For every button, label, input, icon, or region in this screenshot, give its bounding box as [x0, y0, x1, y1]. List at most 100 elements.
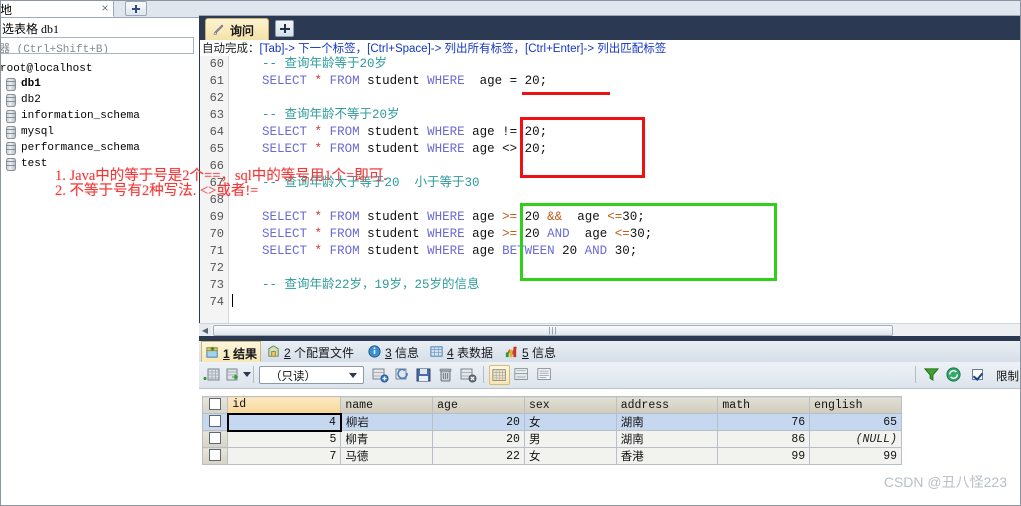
- readonly-mode-select[interactable]: （只读）: [259, 366, 364, 384]
- tree-root-node[interactable]: root@localhost: [0, 62, 199, 76]
- table-cell[interactable]: 76: [717, 413, 811, 431]
- row-select-cell[interactable]: [201, 430, 229, 448]
- new-tab-plus-icon[interactable]: [125, 1, 147, 16]
- column-header-age[interactable]: age: [432, 396, 525, 414]
- table-cell[interactable]: 20: [432, 430, 525, 448]
- table-cell[interactable]: 20: [432, 413, 525, 431]
- new-query-tab-icon[interactable]: [275, 20, 294, 37]
- refresh-green-icon[interactable]: [945, 366, 962, 383]
- code-token: WHERE: [427, 74, 465, 88]
- line-number: 69: [209, 210, 224, 224]
- table-cell[interactable]: 86: [717, 430, 811, 448]
- chevron-down-icon[interactable]: [243, 372, 251, 377]
- result-tab-表数据[interactable]: 4 表数据: [426, 341, 499, 362]
- grid-view-button[interactable]: [489, 365, 510, 385]
- sidebar-item-db1[interactable]: db1: [0, 76, 199, 92]
- table-cell[interactable]: 柳青: [340, 430, 434, 448]
- editor-horizontal-scrollbar[interactable]: ◀ |||: [199, 323, 1021, 337]
- save-icon[interactable]: [415, 366, 433, 384]
- row-checkbox[interactable]: [208, 415, 221, 428]
- limit-rows-checkbox[interactable]: [972, 369, 983, 380]
- code-line[interactable]: 62: [200, 90, 1021, 107]
- table-row[interactable]: 7 马德 22 女香港 99 99: [201, 447, 902, 465]
- table-cell[interactable]: 99: [809, 447, 902, 465]
- code-line[interactable]: 60 -- 查询年龄等于20岁: [200, 56, 1021, 73]
- left-tab-local[interactable]: 地 ×: [0, 0, 114, 17]
- code-token: *: [314, 227, 323, 241]
- code-text: SELECT * FROM student WHERE age <> 20;: [232, 141, 547, 158]
- table-cell[interactable]: 马德: [340, 447, 434, 465]
- sidebar-item-information-schema[interactable]: information_schema: [0, 108, 199, 124]
- query-pencil-icon: [213, 24, 224, 36]
- column-header-name[interactable]: name: [340, 396, 434, 414]
- insert-row-icon[interactable]: [371, 366, 389, 384]
- result-tab-信息[interactable]: 5 信息: [501, 341, 561, 362]
- code-token: WHERE: [427, 210, 465, 224]
- code-token: FROM: [329, 227, 360, 241]
- select-all-checkbox[interactable]: [209, 398, 222, 411]
- table-cell[interactable]: 22: [432, 447, 525, 465]
- sidebar-item-db2[interactable]: db2: [0, 92, 199, 108]
- code-line[interactable]: 74: [200, 294, 1021, 311]
- scrollbar-thumb[interactable]: |||: [213, 325, 893, 336]
- table-cell[interactable]: 女: [523, 413, 617, 431]
- delete-icon[interactable]: [437, 366, 455, 384]
- tab-query[interactable]: 询问: [205, 18, 270, 40]
- info-icon: [368, 345, 381, 358]
- autocomplete-hint-prefix: 自动完成：: [202, 43, 260, 55]
- table-cell[interactable]: 4: [226, 412, 342, 432]
- close-icon[interactable]: ×: [99, 2, 111, 14]
- table-cell[interactable]: (NULL): [809, 430, 902, 448]
- row-checkbox[interactable]: [209, 449, 222, 462]
- row-checkbox[interactable]: [209, 432, 222, 445]
- database-icon: [6, 125, 16, 139]
- result-data-grid[interactable]: id name age sex address math english 4 柳岩 20 女湖南 76…: [201, 396, 902, 465]
- result-tab-个配置文件[interactable]: 2 个配置文件: [263, 341, 362, 362]
- cancel-icon[interactable]: [459, 366, 477, 384]
- result-grid-toolbar: （只读） 限制: [199, 362, 1021, 389]
- tree-item-label: test: [21, 158, 48, 170]
- table-cell[interactable]: 湖南: [615, 413, 719, 431]
- code-lines-container[interactable]: 60 -- 查询年龄等于20岁 61 SELECT * FROM student …: [200, 56, 1021, 323]
- sidebar-item-performance-schema[interactable]: performance_schema: [0, 140, 199, 156]
- column-header-address[interactable]: address: [615, 396, 719, 414]
- text-view-button[interactable]: [535, 365, 556, 385]
- code-line[interactable]: 61 SELECT * FROM student WHERE age = 20;: [200, 73, 1021, 90]
- table-cell[interactable]: 香港: [615, 447, 719, 465]
- table-row[interactable]: 5 柳青 20 男湖南 86 (NULL): [201, 430, 902, 448]
- select-all-header[interactable]: [201, 396, 229, 414]
- table-cell[interactable]: 5: [227, 430, 342, 448]
- table-cell[interactable]: 女: [523, 447, 617, 465]
- column-header-english[interactable]: english: [809, 396, 902, 414]
- table-cell[interactable]: 65: [809, 413, 902, 431]
- column-header-id[interactable]: id: [227, 396, 342, 414]
- result-tab-结果[interactable]: 1 结果: [201, 341, 261, 362]
- sidebar-item-mysql[interactable]: mysql: [0, 124, 199, 140]
- column-header-sex[interactable]: sex: [523, 396, 617, 414]
- row-select-cell[interactable]: [201, 413, 229, 431]
- code-token: FROM: [329, 142, 360, 156]
- table-cell[interactable]: 男: [523, 430, 617, 448]
- export-icon[interactable]: [223, 366, 241, 384]
- form-view-button[interactable]: [512, 365, 533, 385]
- result-tab-信息[interactable]: 3 信息: [364, 341, 424, 362]
- object-filter-input[interactable]: 器 (Ctrl+Shift+B): [0, 37, 194, 54]
- refresh-icon[interactable]: [393, 366, 411, 384]
- column-header-math[interactable]: math: [717, 396, 811, 414]
- table-row[interactable]: 4 柳岩 20 女湖南 76 65: [201, 412, 902, 432]
- row-select-cell[interactable]: [201, 447, 229, 465]
- table-cell[interactable]: 7: [227, 447, 342, 465]
- add-row-icon[interactable]: [203, 366, 221, 384]
- table-cell[interactable]: 柳岩: [340, 413, 434, 431]
- line-number: 65: [209, 142, 224, 156]
- filter-icon[interactable]: [923, 366, 940, 383]
- database-icon: [6, 141, 16, 155]
- table-cell[interactable]: 湖南: [615, 430, 719, 448]
- tree-item-label: performance_schema: [21, 142, 140, 154]
- result-tab-number: 5: [522, 346, 529, 360]
- table-cell[interactable]: 99: [717, 447, 811, 465]
- table-header-row: id name age sex address math english: [201, 396, 902, 414]
